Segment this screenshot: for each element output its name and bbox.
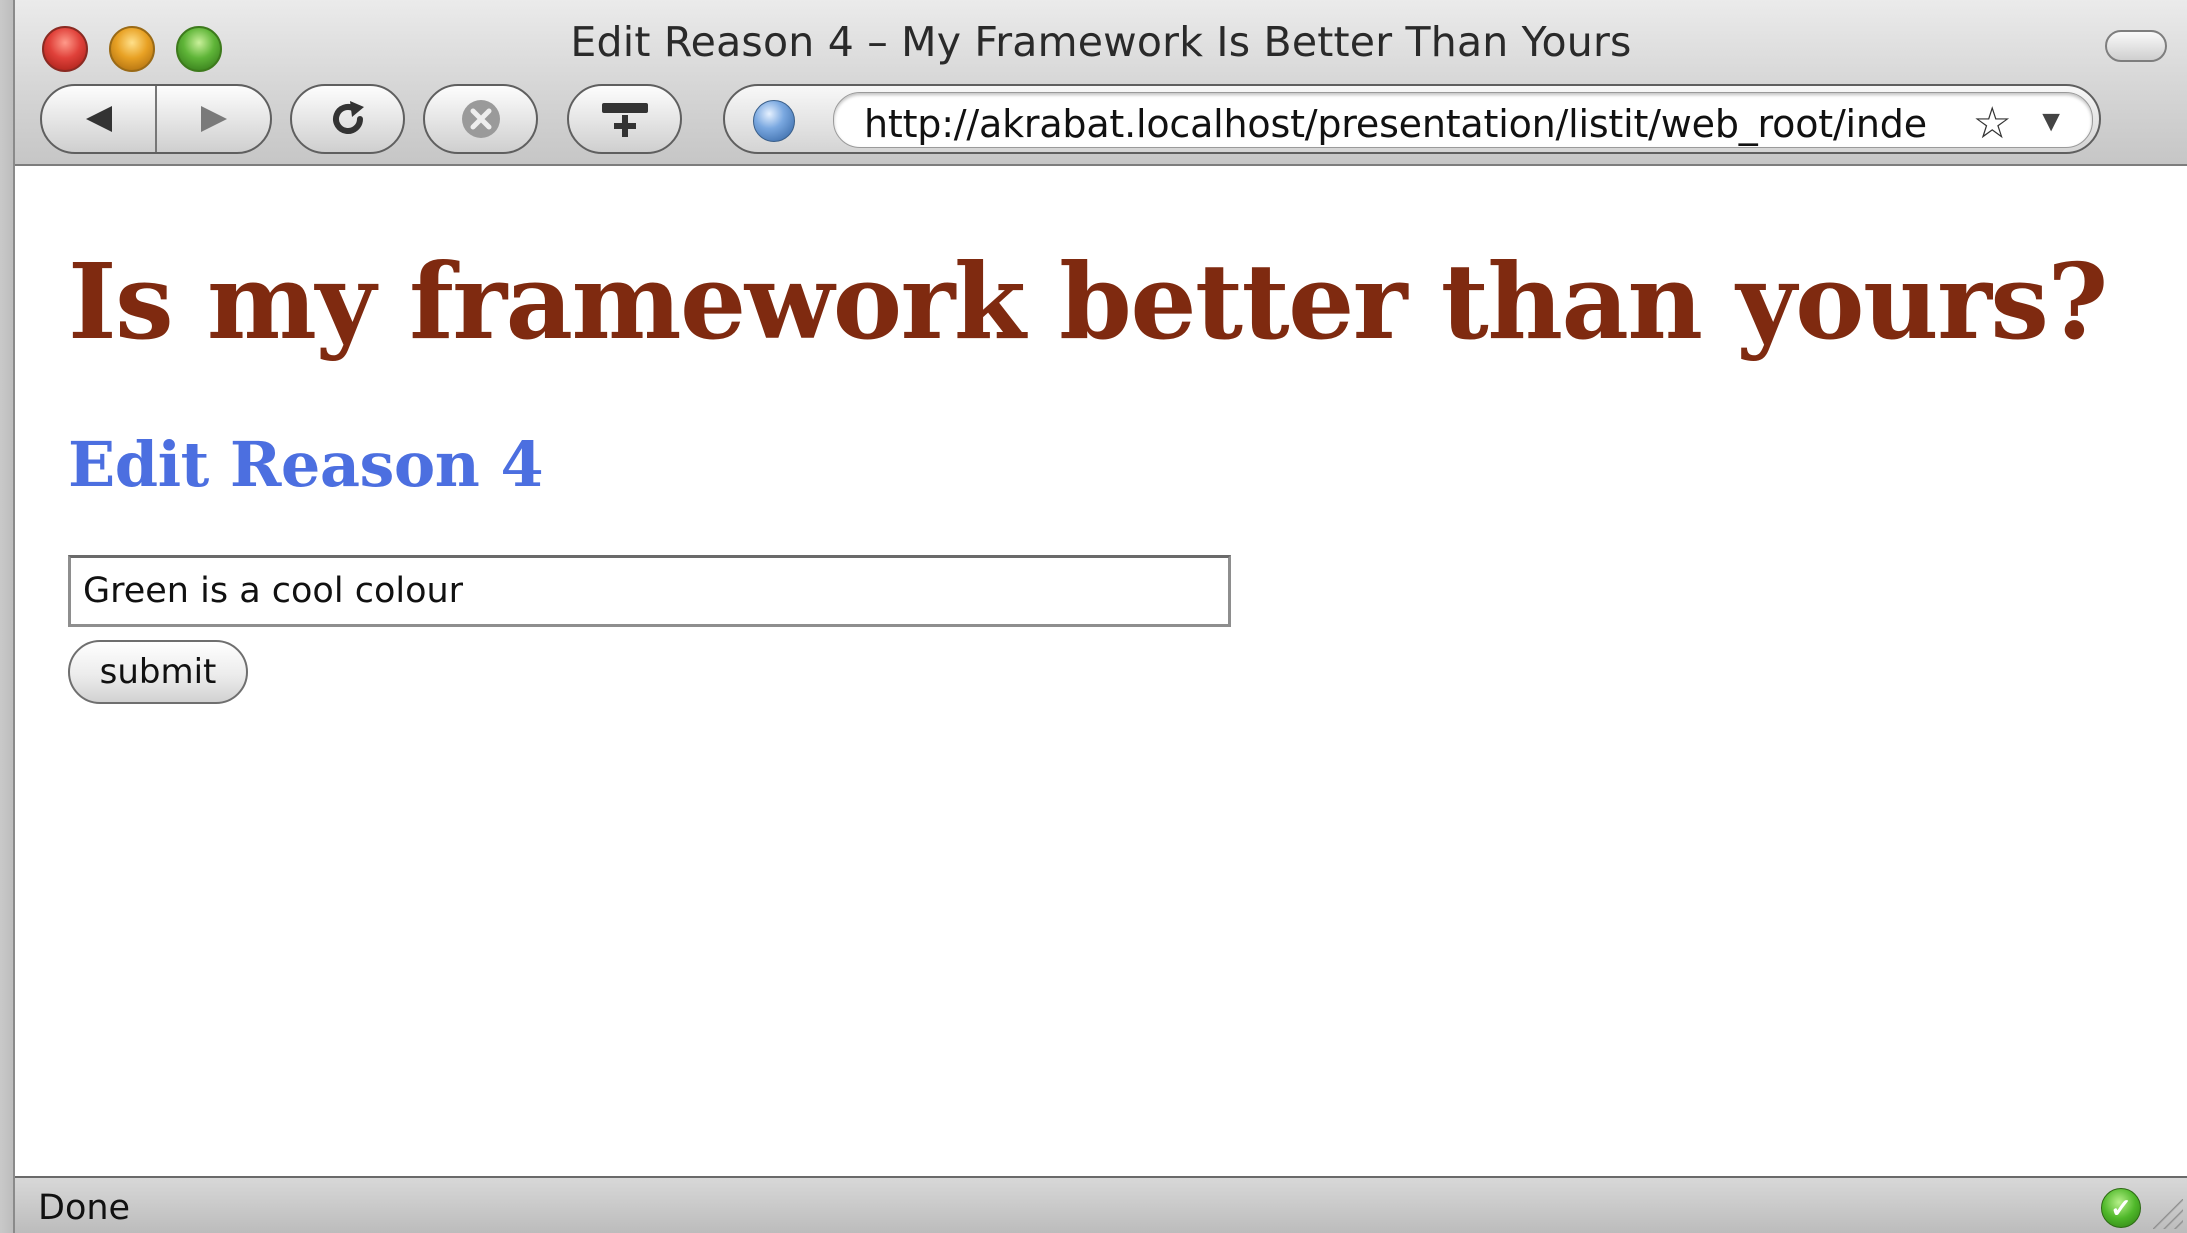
- stop-button[interactable]: [423, 84, 538, 154]
- browser-window: Edit Reason 4 – My Framework Is Better T…: [0, 0, 2187, 1233]
- bookmark-star-icon[interactable]: ☆: [1973, 98, 2012, 149]
- site-globe-icon: [753, 100, 795, 142]
- page-heading: Is my framework better than yours?: [68, 240, 2108, 363]
- status-bar: Done ✓: [15, 1176, 2187, 1233]
- back-forward-group: [40, 84, 272, 154]
- page-subheading: Edit Reason 4: [68, 428, 544, 501]
- browser-toolbar: Edit Reason 4 – My Framework Is Better T…: [15, 0, 2187, 166]
- toolbar-toggle-button[interactable]: [2105, 30, 2167, 62]
- submit-button[interactable]: submit: [68, 640, 248, 704]
- add-bookmark-icon: [601, 103, 648, 137]
- reload-button[interactable]: [290, 84, 405, 154]
- resize-grip-icon[interactable]: [2153, 1199, 2183, 1229]
- add-bookmark-button[interactable]: [567, 84, 682, 154]
- url-input[interactable]: http://akrabat.localhost/presentation/li…: [833, 92, 2093, 148]
- forward-arrow-icon: [200, 106, 227, 132]
- forward-button[interactable]: [157, 86, 270, 152]
- status-text: Done: [38, 1188, 131, 1228]
- reason-input[interactable]: [68, 555, 1231, 627]
- back-arrow-icon: [85, 106, 112, 132]
- window-left-edge: [0, 0, 15, 1233]
- security-check-icon: ✓: [2101, 1188, 2141, 1228]
- address-bar: http://akrabat.localhost/presentation/li…: [723, 84, 2101, 154]
- url-text: http://akrabat.localhost/presentation/li…: [864, 102, 1927, 146]
- history-dropdown-icon[interactable]: ▼: [2036, 105, 2066, 139]
- reload-icon: [332, 101, 364, 134]
- back-button[interactable]: [42, 86, 157, 152]
- window-title: Edit Reason 4 – My Framework Is Better T…: [570, 18, 1632, 66]
- page-content: Is my framework better than yours? Edit …: [15, 166, 2187, 1176]
- stop-icon: [461, 100, 500, 138]
